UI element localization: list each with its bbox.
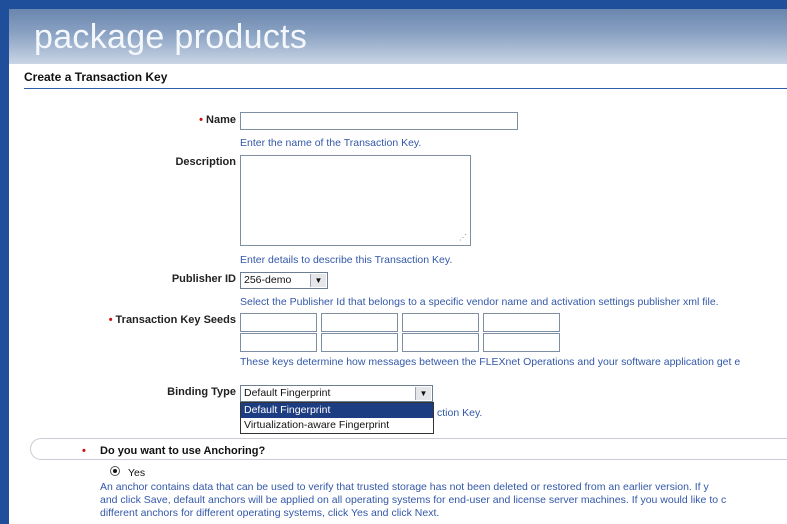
anchoring-description-line-2: and click Save, default anchors will be … (100, 494, 727, 506)
page-banner: package products (9, 9, 787, 64)
binding-label: Binding Type (167, 386, 236, 398)
name-input[interactable] (240, 112, 518, 130)
publisher-label: Publisher ID (171, 273, 236, 285)
seeds-hint: These keys determine how messages betwee… (240, 356, 741, 368)
seed-input-6[interactable] (321, 333, 398, 352)
binding-select[interactable]: Default Fingerprint ▼ (240, 385, 433, 402)
anchoring-yes-label: Yes (128, 467, 146, 479)
binding-option-virtualization[interactable]: Virtualization-aware Fingerprint (241, 418, 433, 433)
seed-input-7[interactable] (402, 333, 479, 352)
seed-input-2[interactable] (321, 313, 398, 332)
description-textarea[interactable]: ⋰ (240, 155, 471, 246)
seeds-label: Transaction Key Seeds (115, 314, 236, 326)
chevron-down-icon[interactable]: ▼ (310, 274, 326, 287)
seed-input-8[interactable] (483, 333, 560, 352)
publisher-select[interactable]: 256-demo ▼ (240, 272, 328, 289)
seed-input-5[interactable] (240, 333, 317, 352)
binding-option-default[interactable]: Default Fingerprint (241, 403, 433, 418)
section-divider (24, 88, 787, 89)
required-marker: • (199, 114, 204, 126)
anchoring-description: An anchor contains data that can be used… (100, 481, 787, 520)
required-marker: • (108, 314, 113, 326)
binding-hint-tail: ction Key. (437, 407, 483, 419)
anchoring-description-line-3: different anchors for different operatin… (100, 507, 440, 519)
resize-grip-icon[interactable]: ⋰ (459, 233, 467, 242)
binding-selected-value: Default Fingerprint (244, 387, 331, 399)
anchoring-required-marker: • (82, 445, 86, 457)
description-hint: Enter details to describe this Transacti… (240, 254, 453, 266)
anchoring-question: Do you want to use Anchoring? (100, 445, 266, 457)
name-hint: Enter the name of the Transaction Key. (240, 137, 422, 149)
seed-input-1[interactable] (240, 313, 317, 332)
seed-input-4[interactable] (483, 313, 560, 332)
publisher-hint: Select the Publisher Id that belongs to … (240, 296, 719, 308)
binding-dropdown-list: Default Fingerprint Virtualization-aware… (240, 402, 434, 434)
name-label-row: • Name (150, 114, 236, 126)
anchoring-yes-radio[interactable] (110, 466, 120, 476)
chevron-down-icon[interactable]: ▼ (415, 387, 431, 400)
banner-title: package products (34, 18, 308, 56)
anchoring-description-line-1: An anchor contains data that can be used… (100, 481, 709, 493)
description-label: Description (175, 156, 236, 168)
publisher-selected-value: 256-demo (244, 274, 292, 286)
section-title: Create a Transaction Key (24, 70, 168, 84)
name-label: Name (206, 114, 236, 126)
seed-input-3[interactable] (402, 313, 479, 332)
seeds-label-row: • Transaction Key Seeds (60, 314, 236, 326)
